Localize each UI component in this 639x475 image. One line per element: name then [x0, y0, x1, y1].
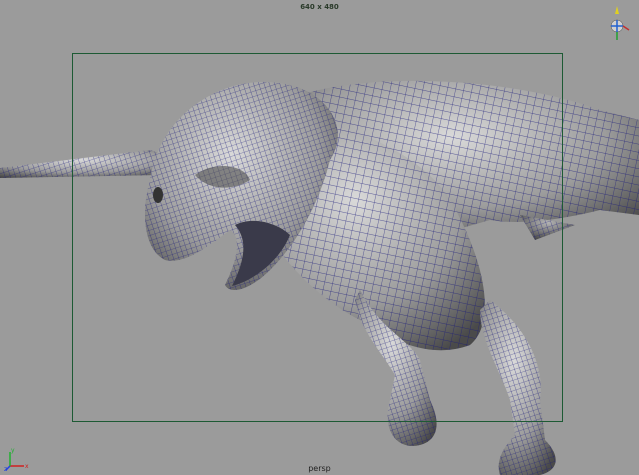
axis-y-label: y	[11, 447, 15, 454]
camera-name-label: persp	[308, 464, 331, 473]
perspective-viewport[interactable]: 640 x 480 x y z persp	[0, 0, 639, 475]
view-cube-icon[interactable]	[603, 4, 631, 44]
resolution-gate	[72, 53, 563, 422]
